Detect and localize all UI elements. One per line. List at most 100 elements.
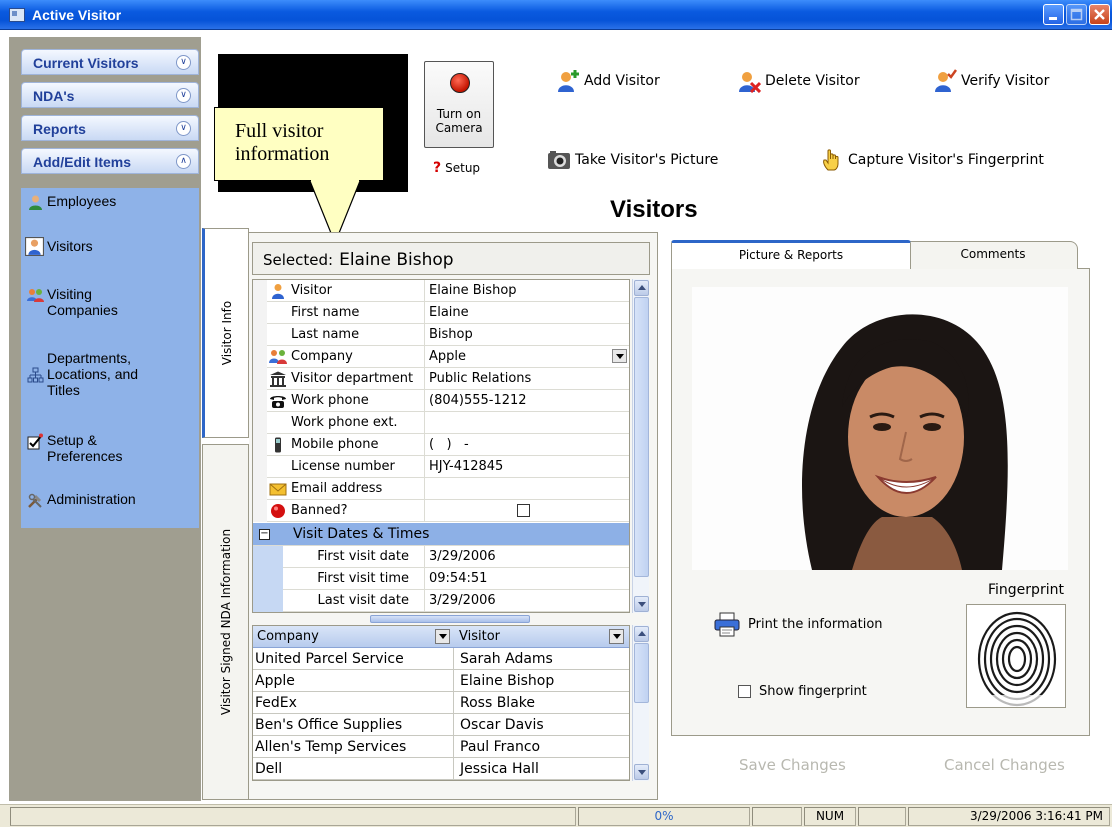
nav-header-reports[interactable]: Reports ∨ bbox=[21, 115, 199, 141]
sidebar-item-visitors[interactable]: Visitors bbox=[25, 237, 197, 260]
property-row-work-phone[interactable]: Work phone (804)555-1212 bbox=[253, 390, 629, 412]
scroll-thumb[interactable] bbox=[634, 643, 649, 703]
tab-nda-information[interactable]: Visitor Signed NDA Information bbox=[202, 444, 249, 800]
column-header-visitor[interactable]: Visitor bbox=[459, 629, 500, 644]
scroll-up-icon[interactable] bbox=[634, 280, 649, 296]
mobile-phone-icon bbox=[275, 437, 281, 453]
delete-user-icon bbox=[739, 72, 761, 93]
table-row[interactable]: Apple Elaine Bishop bbox=[253, 670, 629, 692]
help-icon: ? bbox=[433, 160, 442, 176]
property-row-department[interactable]: Visitor department Public Relations bbox=[253, 368, 629, 390]
property-row-mobile-phone[interactable]: Mobile phone ( ) - bbox=[253, 434, 629, 456]
scroll-down-icon[interactable] bbox=[634, 764, 649, 780]
nav-header-add-edit-items[interactable]: Add/Edit Items ∧ bbox=[21, 148, 199, 174]
chevron-down-icon[interactable]: ∨ bbox=[176, 88, 191, 103]
property-label: Mobile phone bbox=[291, 437, 379, 452]
mobile-phone-field[interactable]: ( ) - bbox=[424, 434, 629, 456]
cancel-changes-button[interactable]: Cancel Changes bbox=[944, 756, 1065, 774]
sidebar-item-label: Administration bbox=[47, 491, 136, 507]
visitor-icon bbox=[25, 237, 44, 256]
turn-on-camera-button[interactable]: Turn on Camera bbox=[424, 61, 494, 148]
tab-picture-reports[interactable]: Picture & Reports bbox=[671, 240, 911, 269]
nav-header-current-visitors[interactable]: Current Visitors ∨ bbox=[21, 49, 199, 75]
nav-header-label: Current Visitors bbox=[33, 55, 139, 71]
banned-icon bbox=[271, 504, 285, 518]
sidebar-item-employees[interactable]: Employees bbox=[25, 193, 197, 213]
work-phone-field[interactable]: (804)555-1212 bbox=[424, 390, 629, 412]
email-field[interactable] bbox=[424, 478, 629, 500]
table-row[interactable]: FedEx Ross Blake bbox=[253, 692, 629, 714]
property-row-email[interactable]: Email address bbox=[253, 478, 629, 500]
maximize-button[interactable] bbox=[1066, 4, 1087, 25]
close-button[interactable] bbox=[1089, 4, 1110, 25]
sidebar-item-departments[interactable]: Departments, Locations, and Titles bbox=[25, 350, 197, 402]
nav-header-ndas[interactable]: NDA's ∨ bbox=[21, 82, 199, 108]
callout-text: Full visitor information bbox=[235, 120, 330, 165]
group-row-visit-dates[interactable]: − Visit Dates & Times bbox=[253, 523, 629, 546]
chevron-up-icon[interactable]: ∧ bbox=[176, 154, 191, 169]
status-bar: 0% NUM 3/29/2006 3:16:41 PM bbox=[0, 804, 1112, 827]
department-field[interactable]: Public Relations bbox=[424, 368, 629, 390]
property-label: Work phone bbox=[291, 393, 369, 408]
property-row-last-visit-date[interactable]: Last visit date 3/29/2006 bbox=[253, 590, 629, 612]
chevron-down-icon[interactable]: ∨ bbox=[176, 55, 191, 70]
property-grid-scrollbar[interactable] bbox=[632, 279, 649, 613]
company-cell: United Parcel Service bbox=[255, 651, 404, 667]
hand-icon bbox=[823, 149, 839, 171]
license-number-field[interactable]: HJY-412845 bbox=[424, 456, 629, 478]
column-header-company[interactable]: Company bbox=[257, 629, 319, 644]
filter-dropdown-icon[interactable] bbox=[435, 629, 450, 644]
table-row[interactable]: Dell Jessica Hall bbox=[253, 758, 629, 780]
property-row-license-number[interactable]: License number HJY-412845 bbox=[253, 456, 629, 478]
sidebar-item-visiting-companies[interactable]: Visiting Companies bbox=[25, 286, 197, 322]
scroll-down-icon[interactable] bbox=[634, 596, 649, 612]
minimize-button[interactable] bbox=[1043, 4, 1064, 25]
property-row-visitor[interactable]: Visitor Elaine Bishop bbox=[253, 280, 629, 302]
first-visit-time-field[interactable]: 09:54:51 bbox=[424, 568, 629, 590]
property-row-first-visit-time[interactable]: First visit time 09:54:51 bbox=[253, 568, 629, 590]
property-row-banned[interactable]: Banned? bbox=[253, 500, 629, 522]
table-row[interactable]: Ben's Office Supplies Oscar Davis bbox=[253, 714, 629, 736]
selected-visitor-banner: Selected: Elaine Bishop bbox=[252, 242, 650, 275]
sidebar-item-setup-preferences[interactable]: Setup & Preferences bbox=[25, 432, 197, 468]
sidebar: Current Visitors ∨ NDA's ∨ Reports ∨ Add… bbox=[9, 37, 201, 801]
tab-visitor-info[interactable]: Visitor Info bbox=[202, 228, 249, 438]
visitor-list-scrollbar[interactable] bbox=[632, 625, 649, 781]
status-num-lock: NUM bbox=[804, 807, 856, 826]
work-phone-ext-field[interactable] bbox=[424, 412, 629, 434]
property-row-first-name[interactable]: First name Elaine bbox=[253, 302, 629, 324]
sidebar-item-label: Employees bbox=[47, 193, 117, 209]
first-name-field[interactable]: Elaine bbox=[424, 302, 629, 324]
add-visitor-label: Add Visitor bbox=[584, 73, 660, 89]
first-visit-date-field[interactable]: 3/29/2006 bbox=[424, 546, 629, 568]
property-row-first-visit-date[interactable]: First visit date 3/29/2006 bbox=[253, 546, 629, 568]
visitor-cell: Elaine Bishop bbox=[453, 670, 629, 692]
visitor-list-table: Company Visitor United Parcel Service Sa… bbox=[252, 625, 630, 781]
sidebar-item-administration[interactable]: Administration bbox=[25, 491, 197, 511]
setup-link[interactable]: ? Setup bbox=[433, 160, 480, 176]
chevron-down-icon[interactable]: ∨ bbox=[176, 121, 191, 136]
checkbox[interactable] bbox=[738, 685, 751, 698]
property-value[interactable]: Elaine Bishop bbox=[424, 280, 629, 302]
collapse-icon[interactable]: − bbox=[259, 529, 270, 540]
fingerprint-label: Fingerprint bbox=[988, 582, 1064, 598]
property-row-last-name[interactable]: Last name Bishop bbox=[253, 324, 629, 346]
dropdown-arrow-icon[interactable] bbox=[612, 349, 627, 363]
last-visit-date-field[interactable]: 3/29/2006 bbox=[424, 590, 629, 612]
filter-dropdown-icon[interactable] bbox=[609, 629, 624, 644]
table-row[interactable]: Allen's Temp Services Paul Franco bbox=[253, 736, 629, 758]
panel-splitter[interactable] bbox=[370, 615, 530, 623]
save-changes-button[interactable]: Save Changes bbox=[739, 756, 846, 774]
table-row[interactable]: United Parcel Service Sarah Adams bbox=[253, 648, 629, 670]
last-name-field[interactable]: Bishop bbox=[424, 324, 629, 346]
property-row-work-phone-ext[interactable]: Work phone ext. bbox=[253, 412, 629, 434]
property-label: First name bbox=[291, 305, 360, 320]
banned-checkbox[interactable] bbox=[517, 504, 530, 517]
tab-comments[interactable]: Comments bbox=[908, 241, 1078, 269]
scroll-thumb[interactable] bbox=[634, 297, 649, 577]
property-row-company[interactable]: Company Apple bbox=[253, 346, 629, 368]
property-grid: Visitor Elaine Bishop First name Elaine … bbox=[252, 279, 630, 613]
company-select[interactable]: Apple bbox=[424, 346, 629, 368]
scroll-up-icon[interactable] bbox=[634, 626, 649, 642]
org-chart-icon bbox=[27, 367, 44, 383]
